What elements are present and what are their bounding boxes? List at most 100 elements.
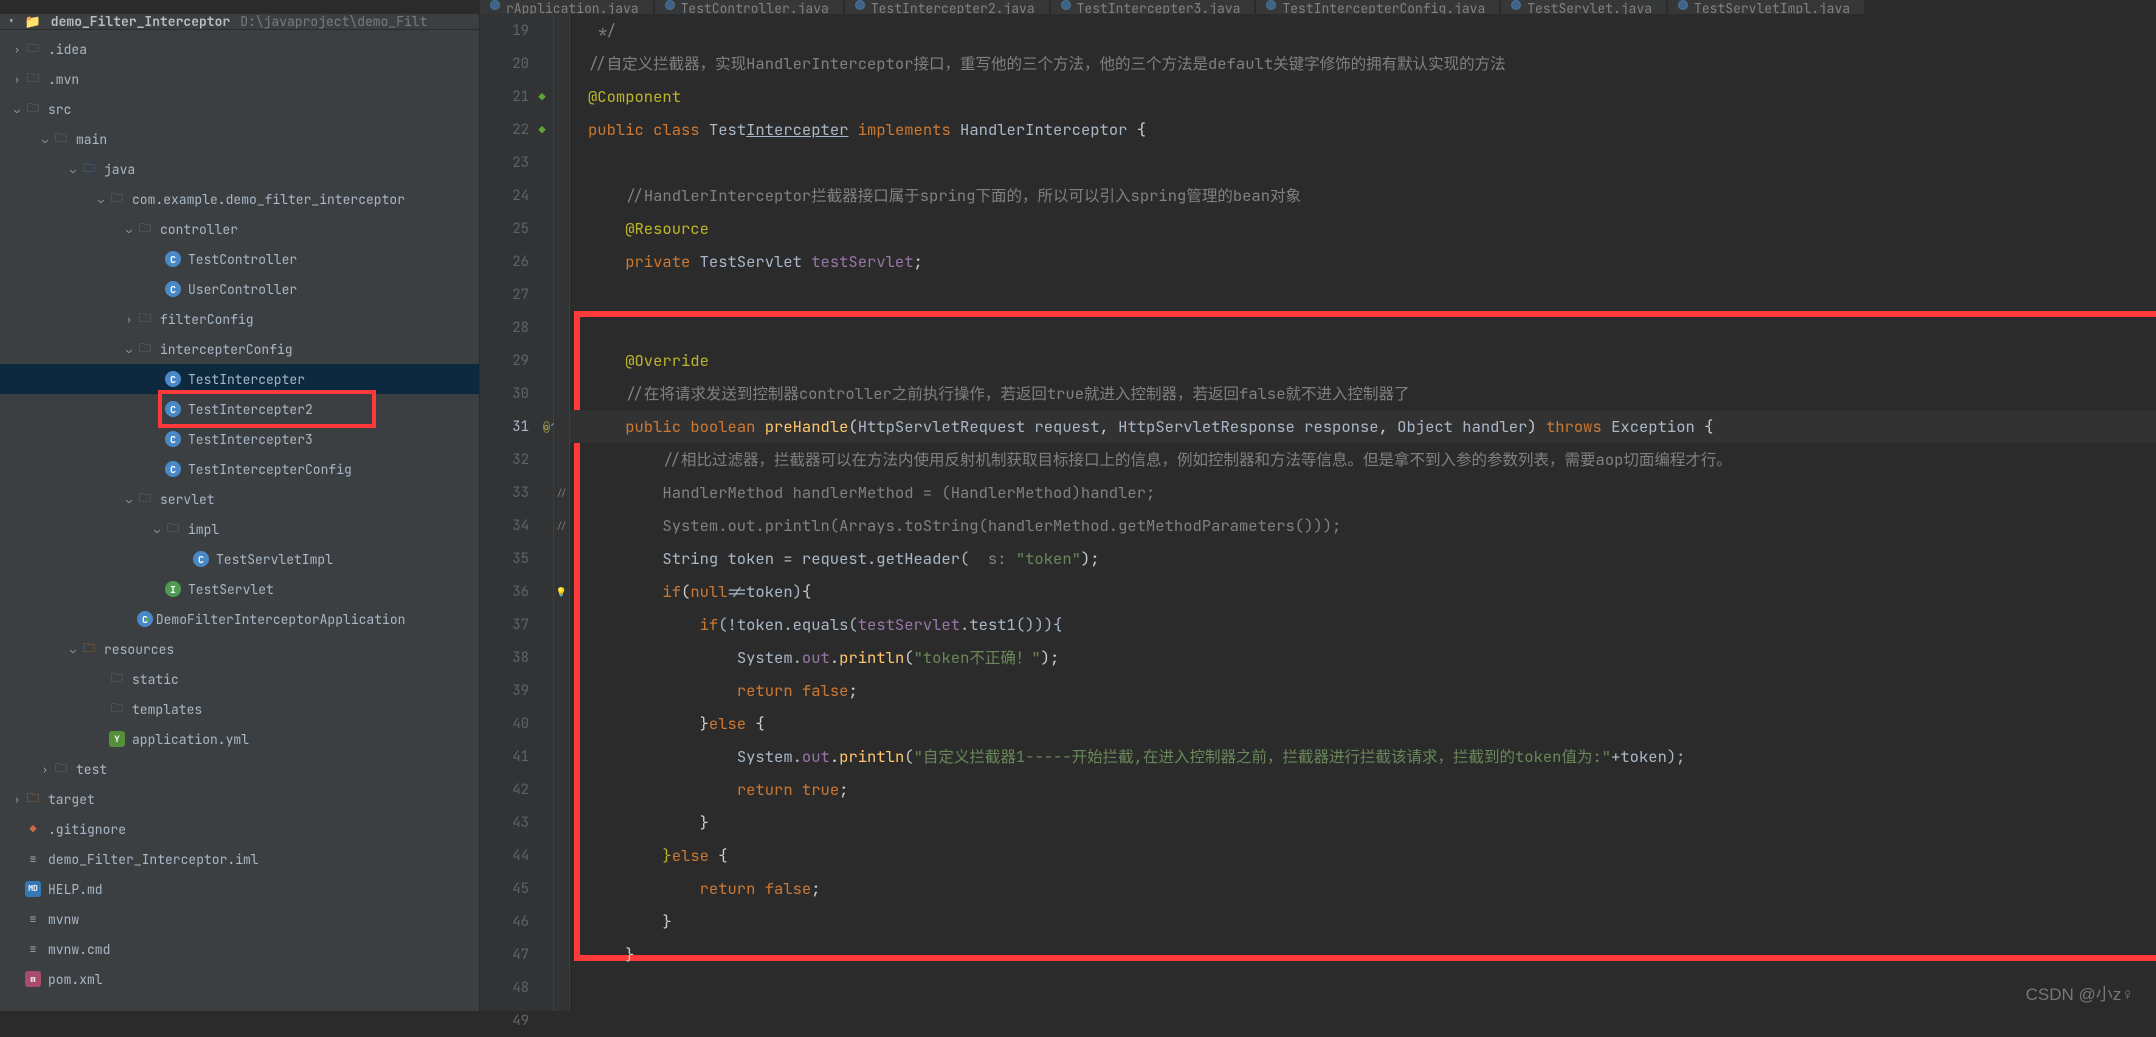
tree-node[interactable]: ⌄🗀intercepterConfig <box>0 334 479 364</box>
code-line[interactable] <box>570 311 2156 344</box>
tree-node[interactable]: ›🗀test <box>0 754 479 784</box>
code-line[interactable]: */ <box>570 14 2156 47</box>
code-line[interactable]: public class TestIntercepter implements … <box>570 113 2156 146</box>
tree-node[interactable]: ⌄🗀resources <box>0 634 479 664</box>
line-number[interactable]: 48 <box>480 971 553 1004</box>
project-name[interactable]: demo_Filter_Interceptor <box>51 14 230 30</box>
tree-node[interactable]: 🗀static <box>0 664 479 694</box>
tree-node[interactable]: ›🗀.mvn <box>0 64 479 94</box>
collapse-icon[interactable]: ▾ <box>8 15 15 29</box>
tree-node[interactable]: CUserController <box>0 274 479 304</box>
fold-marker[interactable] <box>554 443 569 476</box>
fold-marker[interactable] <box>554 278 569 311</box>
code-line[interactable]: String token = request.getHeader( s: "to… <box>570 542 2156 575</box>
fold-marker[interactable] <box>554 773 569 806</box>
code-line[interactable]: System.out.println(Arrays.toString(handl… <box>570 509 2156 542</box>
tree-node[interactable]: ≡demo_Filter_Interceptor.iml <box>0 844 479 874</box>
editor-tab[interactable]: TestController.java <box>655 0 843 14</box>
line-number[interactable]: 34 <box>480 509 553 542</box>
code-line[interactable]: return false; <box>570 674 2156 707</box>
code-line[interactable]: }else { <box>570 707 2156 740</box>
fold-marker[interactable] <box>554 806 569 839</box>
fold-marker[interactable] <box>554 905 569 938</box>
line-number[interactable]: 36 <box>480 575 553 608</box>
editor-tab[interactable]: TestServletImpl.java <box>1668 0 1864 14</box>
caret-icon[interactable]: ⌄ <box>94 193 108 206</box>
fold-marker[interactable] <box>554 113 569 146</box>
code-line[interactable] <box>570 146 2156 179</box>
code-line[interactable]: } <box>570 938 2156 971</box>
fold-marker[interactable] <box>554 179 569 212</box>
caret-icon[interactable]: ⌄ <box>10 103 24 116</box>
caret-icon[interactable]: › <box>10 73 24 86</box>
fold-marker[interactable] <box>554 377 569 410</box>
line-number[interactable]: 38 <box>480 641 553 674</box>
tree-node[interactable]: ⌄🗀com.example.demo_filter_interceptor <box>0 184 479 214</box>
line-number[interactable]: 43 <box>480 806 553 839</box>
caret-icon[interactable]: ⌄ <box>38 133 52 146</box>
fold-marker[interactable] <box>554 542 569 575</box>
line-number[interactable]: 25 <box>480 212 553 245</box>
line-number[interactable]: 32 <box>480 443 553 476</box>
editor-gutter[interactable]: 192021◆22◆232425262728293031o↑ @32333435… <box>480 14 554 1011</box>
caret-icon[interactable]: ⌄ <box>122 223 136 236</box>
caret-icon[interactable]: › <box>10 43 24 56</box>
code-line[interactable]: @Component <box>570 80 2156 113</box>
line-number[interactable]: 21◆ <box>480 80 553 113</box>
fold-marker[interactable]: // <box>554 476 569 509</box>
tree-node[interactable]: ›🗀target <box>0 784 479 814</box>
code-line[interactable]: } <box>570 905 2156 938</box>
fold-marker[interactable]: // <box>554 509 569 542</box>
fold-marker[interactable] <box>554 146 569 179</box>
tree-node[interactable]: ›🗀filterConfig <box>0 304 479 334</box>
line-number[interactable]: 28 <box>480 311 553 344</box>
spring-bean-icon[interactable]: ◆ <box>533 121 551 139</box>
tree-node[interactable]: ⌄🗀src <box>0 94 479 124</box>
line-number[interactable]: 31o↑ @ <box>480 410 553 443</box>
editor-tab[interactable]: TestServlet.java <box>1501 0 1666 14</box>
tree-node[interactable]: ◆.gitignore <box>0 814 479 844</box>
fold-marker[interactable] <box>554 641 569 674</box>
code-line[interactable]: @Resource <box>570 212 2156 245</box>
fold-marker[interactable] <box>554 344 569 377</box>
fold-marker[interactable] <box>554 707 569 740</box>
project-tree[interactable]: ›🗀.idea›🗀.mvn⌄🗀src⌄🗀main⌄🗀java⌄🗀com.exam… <box>0 30 479 1011</box>
code-line[interactable]: System.out.println("自定义拦截器1-----开始拦截,在进入… <box>570 740 2156 773</box>
tree-node[interactable]: MDHELP.md <box>0 874 479 904</box>
fold-marker[interactable] <box>554 608 569 641</box>
tree-node[interactable]: ≡mvnw.cmd <box>0 934 479 964</box>
code-line[interactable]: private TestServlet testServlet; <box>570 245 2156 278</box>
code-line[interactable]: public boolean preHandle(HttpServletRequ… <box>570 410 2156 443</box>
line-number[interactable]: 30 <box>480 377 553 410</box>
fold-marker[interactable] <box>554 212 569 245</box>
code-line[interactable]: HandlerMethod handlerMethod = (HandlerMe… <box>570 476 2156 509</box>
tree-node[interactable]: ⌄🗀controller <box>0 214 479 244</box>
fold-marker[interactable] <box>554 47 569 80</box>
editor-tab[interactable]: TestIntercepter3.java <box>1051 0 1255 14</box>
fold-marker[interactable] <box>554 740 569 773</box>
code-line[interactable]: return true; <box>570 773 2156 806</box>
tree-node[interactable]: ⌄🗀java <box>0 154 479 184</box>
line-number[interactable]: 23 <box>480 146 553 179</box>
line-number[interactable]: 33 <box>480 476 553 509</box>
fold-marker[interactable] <box>554 938 569 971</box>
code-line[interactable]: //在将请求发送到控制器controller之前执行操作，若返回true就进入控… <box>570 377 2156 410</box>
tree-node[interactable]: ≡mvnw <box>0 904 479 934</box>
tree-node[interactable]: CTestIntercepter2 <box>0 394 479 424</box>
line-number[interactable]: 45 <box>480 872 553 905</box>
tree-node[interactable]: CTestIntercepter <box>0 364 479 394</box>
line-number[interactable]: 47 <box>480 938 553 971</box>
code-line[interactable] <box>570 971 2156 1004</box>
tree-node[interactable]: ⌄🗀servlet <box>0 484 479 514</box>
code-line[interactable]: @Override <box>570 344 2156 377</box>
editor-tab[interactable]: TestIntercepterConfig.java <box>1256 0 1499 14</box>
code-line[interactable]: } <box>570 806 2156 839</box>
fold-marker[interactable]: 💡 <box>554 575 569 608</box>
fold-marker[interactable] <box>554 872 569 905</box>
line-number[interactable]: 22◆ <box>480 113 553 146</box>
fold-marker[interactable] <box>554 839 569 872</box>
line-number[interactable]: 41 <box>480 740 553 773</box>
caret-icon[interactable]: › <box>38 763 52 776</box>
editor-tab[interactable]: rApplication.java <box>480 0 653 14</box>
tree-node[interactable]: 🗀templates <box>0 694 479 724</box>
